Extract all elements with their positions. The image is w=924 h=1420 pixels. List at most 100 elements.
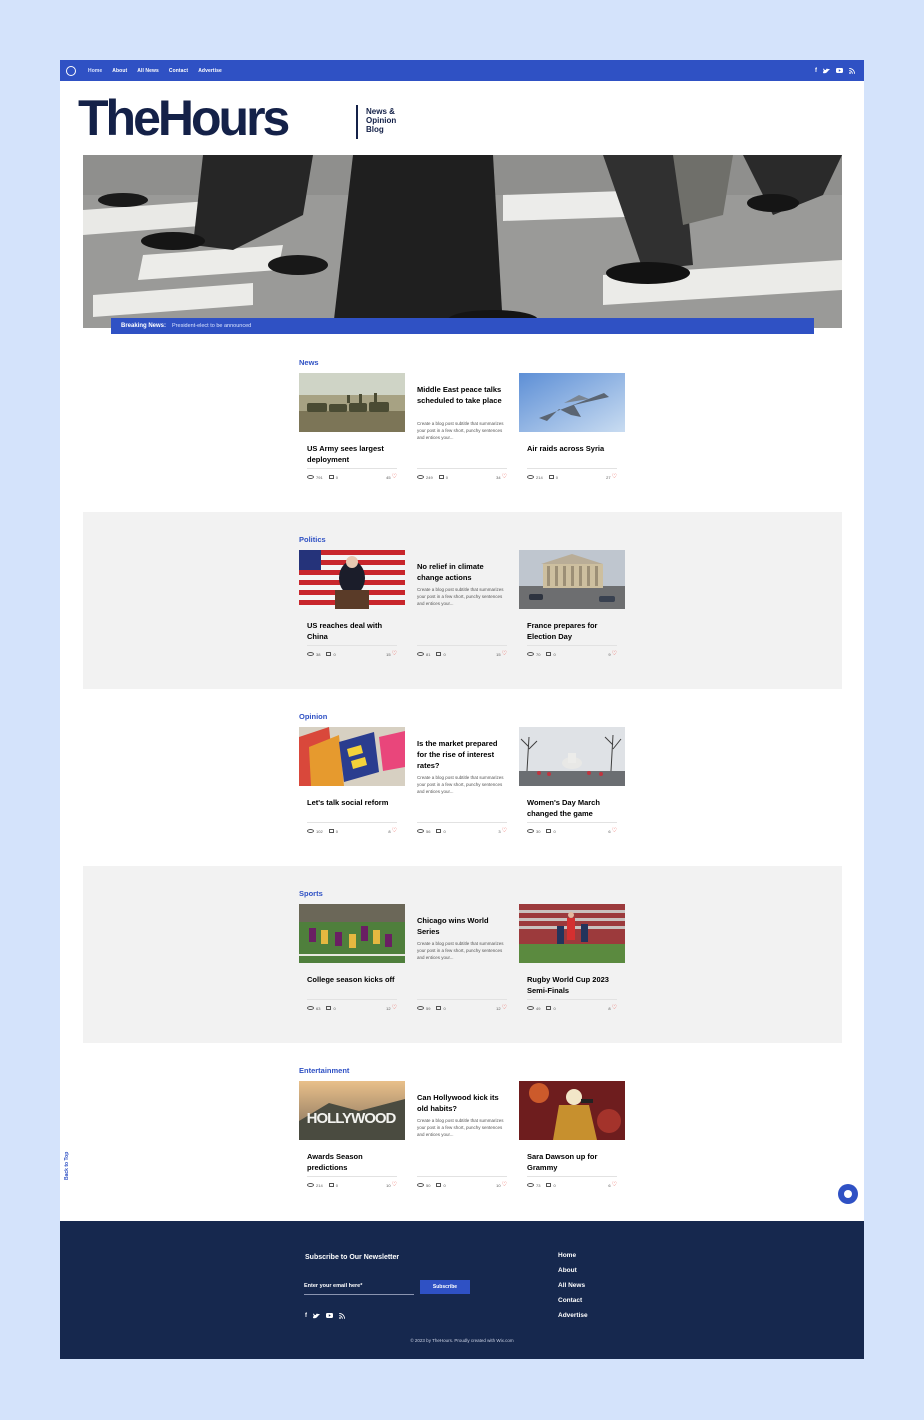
- post-card[interactable]: Chicago wins World Series Create a blog …: [409, 904, 515, 1020]
- facebook-icon[interactable]: f: [305, 1313, 307, 1319]
- nav-home[interactable]: Home: [88, 68, 102, 74]
- post-title[interactable]: US reaches deal with China: [307, 620, 399, 642]
- post-image[interactable]: [299, 904, 405, 963]
- footer-link-contact[interactable]: Contact: [558, 1297, 588, 1305]
- rss-icon[interactable]: [849, 67, 855, 74]
- brand-logo[interactable]: TheHours: [78, 93, 290, 143]
- heart-icon[interactable]: ♡: [502, 651, 507, 657]
- post-image[interactable]: [519, 373, 625, 432]
- comment-icon[interactable]: [328, 475, 334, 479]
- section-title[interactable]: Sports: [299, 889, 323, 898]
- post-card[interactable]: No relief in climate change actions Crea…: [409, 550, 515, 666]
- post-card[interactable]: Women's Day March changed the game 30 0 6 ♡: [519, 727, 625, 843]
- comment-icon[interactable]: [436, 1183, 442, 1187]
- facebook-icon[interactable]: f: [815, 68, 817, 74]
- section-title[interactable]: Entertainment: [299, 1066, 349, 1075]
- footer-link-about[interactable]: About: [558, 1267, 588, 1275]
- post-card[interactable]: Middle East peace talks scheduled to tak…: [409, 373, 515, 489]
- section-title[interactable]: Politics: [299, 535, 326, 544]
- site-logo-icon[interactable]: [66, 66, 76, 76]
- post-image[interactable]: [519, 904, 625, 963]
- chat-bubble-icon[interactable]: [838, 1184, 858, 1204]
- heart-icon[interactable]: ♡: [612, 1182, 617, 1188]
- post-card[interactable]: US reaches deal with China 38 0 15 ♡: [299, 550, 405, 666]
- heart-icon[interactable]: ♡: [392, 1005, 397, 1011]
- subscribe-button[interactable]: Subscribe: [420, 1280, 470, 1294]
- post-image[interactable]: [299, 550, 405, 609]
- comment-icon[interactable]: [436, 829, 442, 833]
- heart-icon[interactable]: ♡: [392, 1182, 397, 1188]
- section-title[interactable]: Opinion: [299, 712, 327, 721]
- comment-icon[interactable]: [546, 652, 552, 656]
- post-title[interactable]: Chicago wins World Series: [417, 915, 509, 937]
- post-title[interactable]: US Army sees largest deployment: [307, 443, 399, 465]
- post-card[interactable]: France prepares for Election Day 70 0 9 ♡: [519, 550, 625, 666]
- footer-link-all-news[interactable]: All News: [558, 1282, 588, 1290]
- twitter-icon[interactable]: [823, 67, 830, 74]
- nav-about[interactable]: About: [112, 68, 127, 74]
- heart-icon[interactable]: ♡: [612, 828, 617, 834]
- comment-icon[interactable]: [546, 829, 552, 833]
- rss-icon[interactable]: [339, 1313, 345, 1319]
- nav-all-news[interactable]: All News: [137, 68, 159, 74]
- heart-icon[interactable]: ♡: [502, 1005, 507, 1011]
- post-title[interactable]: Rugby World Cup 2023 Semi-Finals: [527, 974, 619, 996]
- nav-contact[interactable]: Contact: [169, 68, 188, 74]
- post-title[interactable]: France prepares for Election Day: [527, 620, 619, 642]
- breaking-news-bar[interactable]: Breaking News: President-elect to be ann…: [111, 318, 814, 334]
- post-card[interactable]: Rugby World Cup 2023 Semi-Finals 49 0 8 ♡: [519, 904, 625, 1020]
- post-image[interactable]: [519, 1081, 625, 1140]
- breaking-news-text[interactable]: President-elect to be announced: [172, 323, 251, 329]
- comment-icon[interactable]: [436, 652, 442, 656]
- youtube-icon[interactable]: [326, 1313, 333, 1318]
- post-card[interactable]: HOLLYWOOD Awards Season predictions 214 0…: [299, 1081, 405, 1197]
- post-card[interactable]: Is the market prepared for the rise of i…: [409, 727, 515, 843]
- heart-icon[interactable]: ♡: [392, 651, 397, 657]
- email-field[interactable]: Enter your email here*: [304, 1283, 362, 1289]
- post-title[interactable]: Let's talk social reform: [307, 797, 399, 808]
- nav-advertise[interactable]: Advertise: [198, 68, 222, 74]
- heart-icon[interactable]: ♡: [392, 474, 397, 480]
- footer-link-home[interactable]: Home: [558, 1252, 588, 1260]
- section-title[interactable]: News: [299, 358, 319, 367]
- post-image[interactable]: [519, 550, 625, 609]
- post-title[interactable]: College season kicks off: [307, 974, 399, 985]
- post-card[interactable]: College season kicks off 63 0 12 ♡: [299, 904, 405, 1020]
- heart-icon[interactable]: ♡: [392, 828, 397, 834]
- comment-icon[interactable]: [326, 652, 332, 656]
- post-title[interactable]: Middle East peace talks scheduled to tak…: [417, 384, 509, 406]
- comment-icon[interactable]: [438, 475, 444, 479]
- post-image[interactable]: [299, 727, 405, 786]
- post-card[interactable]: Air raids across Syria 214 0 27 ♡: [519, 373, 625, 489]
- youtube-icon[interactable]: [836, 68, 843, 73]
- heart-icon[interactable]: ♡: [502, 828, 507, 834]
- post-title[interactable]: Can Hollywood kick its old habits?: [417, 1092, 509, 1114]
- post-title[interactable]: Awards Season predictions: [307, 1151, 399, 1173]
- footer-link-advertise[interactable]: Advertise: [558, 1312, 588, 1320]
- post-image[interactable]: [519, 727, 625, 786]
- comment-icon[interactable]: [328, 1183, 334, 1187]
- heart-icon[interactable]: ♡: [612, 474, 617, 480]
- post-title[interactable]: Is the market prepared for the rise of i…: [417, 738, 509, 771]
- post-title[interactable]: No relief in climate change actions: [417, 561, 509, 583]
- post-title[interactable]: Women's Day March changed the game: [527, 797, 619, 819]
- post-image[interactable]: HOLLYWOOD: [299, 1081, 405, 1140]
- comment-icon[interactable]: [436, 1006, 442, 1010]
- post-card[interactable]: Sara Dawson up for Grammy 73 0 6 ♡: [519, 1081, 625, 1197]
- post-image[interactable]: [299, 373, 405, 432]
- comment-icon[interactable]: [326, 1006, 332, 1010]
- twitter-icon[interactable]: [313, 1313, 320, 1319]
- post-card[interactable]: US Army sees largest deployment 791 0 45 ♡: [299, 373, 405, 489]
- heart-icon[interactable]: ♡: [612, 1005, 617, 1011]
- back-to-top-link[interactable]: Back to Top: [64, 1152, 70, 1180]
- post-title[interactable]: Air raids across Syria: [527, 443, 619, 454]
- post-card[interactable]: Can Hollywood kick its old habits? Creat…: [409, 1081, 515, 1197]
- post-card[interactable]: Let's talk social reform 102 0 8 ♡: [299, 727, 405, 843]
- comment-icon[interactable]: [328, 829, 334, 833]
- comment-icon[interactable]: [546, 1183, 552, 1187]
- heart-icon[interactable]: ♡: [502, 1182, 507, 1188]
- heart-icon[interactable]: ♡: [612, 651, 617, 657]
- comment-icon[interactable]: [548, 475, 554, 479]
- post-title[interactable]: Sara Dawson up for Grammy: [527, 1151, 619, 1173]
- comment-icon[interactable]: [546, 1006, 552, 1010]
